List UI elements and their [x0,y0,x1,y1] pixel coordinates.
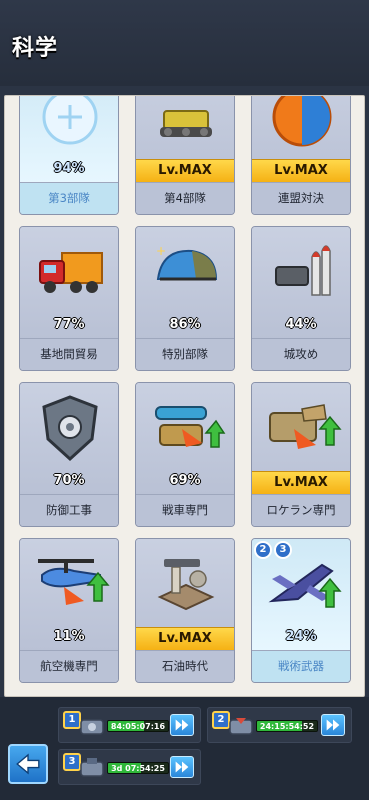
research-card-rocket-launcher[interactable]: Lv.MAX ロケラン専門 [251,382,351,527]
card-label: 第4部隊 [136,182,234,214]
research-queue-2[interactable]: 2 24:15:54:52 [207,707,352,743]
unit-icon [229,718,253,735]
shield-gear-icon [42,395,98,462]
level-badge: 2 [254,541,272,559]
max-level-banner: Lv.MAX [136,159,234,183]
oil-pump-icon [157,559,215,611]
research-card-tactical-weapons[interactable]: 2 3 24% 戦術武器 [251,538,351,683]
card-label: 航空機専門 [20,650,118,682]
progress-percent: 77% [53,317,85,332]
speedup-button[interactable] [170,756,194,778]
rocket-launcher-icon [269,404,342,449]
level-badges: 2 3 [254,541,292,559]
speedup-button[interactable] [321,714,345,736]
research-card-aircraft[interactable]: 11% 航空機専門 [19,538,119,683]
back-button[interactable] [8,744,48,784]
progress-percent: 94% [53,161,85,176]
helicopter-icon [38,559,110,605]
fast-forward-icon [175,719,189,731]
unit-icon [80,758,104,777]
card-label: 連盟対決 [252,182,350,214]
top-header: 科学 [0,0,369,86]
card-label: 石油時代 [136,650,234,682]
research-card-oil-age[interactable]: Lv.MAX 石油時代 [135,538,235,683]
research-card-siege[interactable]: 44% 城攻め [251,226,351,371]
card-label: 基地間貿易 [20,338,118,370]
bulldozer-icon [160,110,212,137]
max-level-banner: Lv.MAX [136,627,234,651]
research-panel: 94% 第3部隊 Lv.MAX 第4部隊 Lv.MAX 連盟対決 77% 基地間… [4,95,365,697]
queue-timer-text: 3d 07:54:25 [111,764,165,773]
versus-icon [272,96,332,147]
progress-percent: 86% [169,317,201,332]
research-card-alliance-duel[interactable]: Lv.MAX 連盟対決 [251,96,351,215]
card-label: 特別部隊 [136,338,234,370]
max-level-banner: Lv.MAX [252,159,350,183]
card-label: 城攻め [252,338,350,370]
research-card-trade[interactable]: 77% 基地間貿易 [19,226,119,371]
card-label: 戦術武器 [252,650,350,682]
troop-icon [42,96,98,145]
research-grid: 94% 第3部隊 Lv.MAX 第4部隊 Lv.MAX 連盟対決 77% 基地間… [5,96,364,696]
card-label: ロケラン専門 [252,494,350,526]
truck-icon [39,252,103,293]
queue-timer-text: 24:15:54:52 [259,722,315,731]
research-card-troop3[interactable]: 94% 第3部隊 [19,96,119,215]
svg-text:+: + [156,244,166,258]
queue-timer-text: 84:05:07:16 [110,722,166,731]
progress-percent: 44% [285,317,317,332]
level-badge: 3 [274,541,292,559]
card-label: 戦車専門 [136,494,234,526]
progress-percent: 69% [169,473,201,488]
card-label: 第3部隊 [20,182,118,214]
missiles-icon [275,245,331,296]
fast-forward-icon [326,719,340,731]
helmet-icon: + [156,244,218,281]
page-title: 科学 [12,36,59,61]
card-label: 防御工事 [20,494,118,526]
progress-percent: 70% [53,473,85,488]
research-card-fortification[interactable]: 70% 防御工事 [19,382,119,527]
fast-forward-icon [175,761,189,773]
back-arrow-icon [16,753,40,775]
tank-icon [155,406,226,448]
progress-percent: 11% [53,629,85,644]
research-queue-1[interactable]: 1 84:05:07:16 [58,707,201,743]
research-card-tank[interactable]: 69% 戦車専門 [135,382,235,527]
max-level-banner: Lv.MAX [252,471,350,495]
queue-timer: 3d 07:54:25 [107,762,169,774]
research-card-troop4[interactable]: Lv.MAX 第4部隊 [135,96,235,215]
queue-timer: 84:05:07:16 [107,720,169,732]
research-card-special-forces[interactable]: + 86% 特別部隊 [135,226,235,371]
speedup-button[interactable] [170,714,194,736]
research-queue-3[interactable]: 3 3d 07:54:25 [58,749,201,785]
progress-percent: 24% [285,629,317,644]
queue-timer: 24:15:54:52 [256,720,318,732]
unit-icon [80,719,104,735]
